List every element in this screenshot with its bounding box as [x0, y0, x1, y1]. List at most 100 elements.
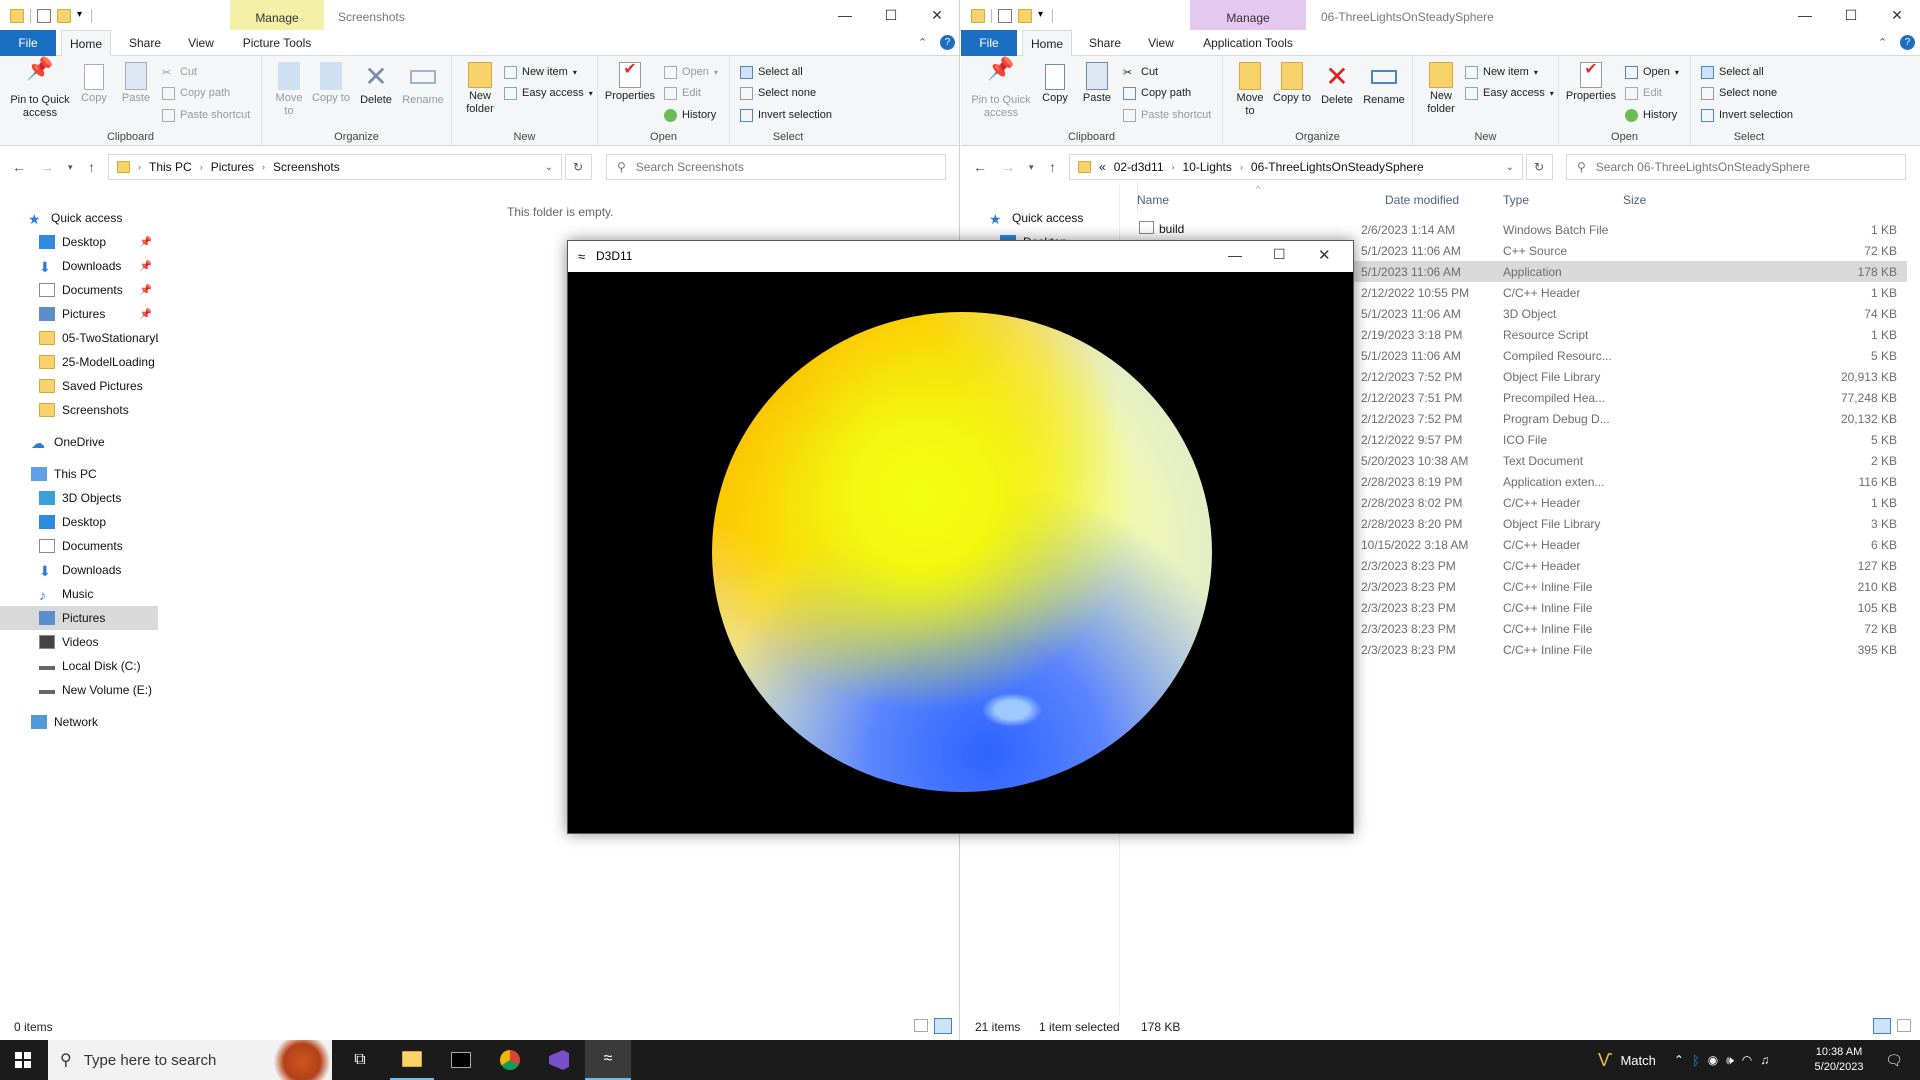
- pin-to-quick-access-button[interactable]: 📌 Pin to Quick access: [4, 58, 76, 120]
- nav-music[interactable]: ♪ Music: [0, 582, 158, 606]
- new-folder-button[interactable]: New folder: [1419, 62, 1463, 116]
- breadcrumb-pictures[interactable]: Pictures: [211, 160, 254, 174]
- nav-this-pc[interactable]: This PC: [0, 462, 158, 486]
- nav-local-disk-c[interactable]: Local Disk (C:): [0, 654, 158, 678]
- new-item-button[interactable]: New item ▾: [504, 62, 577, 82]
- paste-button[interactable]: Paste: [1079, 62, 1115, 105]
- back-arrow-icon[interactable]: ←: [973, 159, 987, 175]
- nav-documents[interactable]: Documents 📌: [0, 278, 158, 302]
- address-bar[interactable]: « 02-d3d11 › 10-Lights › 06-ThreeLightsO…: [1069, 154, 1523, 180]
- nav-folder-two-stationary[interactable]: 05-TwoStationaryLig: [0, 326, 158, 350]
- visual-studio-button[interactable]: [537, 1040, 581, 1080]
- select-all-button[interactable]: Select all: [1701, 62, 1764, 82]
- large-icons-view-icon[interactable]: [1897, 1019, 1911, 1032]
- minimize-button[interactable]: —: [1228, 247, 1242, 263]
- new-item-button[interactable]: New item ▾: [1465, 62, 1538, 82]
- chevron-up-icon[interactable]: ⌃: [1674, 1053, 1684, 1067]
- up-arrow-icon[interactable]: ↑: [88, 159, 95, 175]
- nav-pc-documents[interactable]: Documents: [0, 534, 158, 558]
- copy-button[interactable]: Copy: [78, 62, 110, 105]
- speaker-icon[interactable]: ♫: [1760, 1053, 1769, 1067]
- nav-screenshots[interactable]: Screenshots: [0, 398, 158, 422]
- wifi-icon[interactable]: ◠: [1742, 1053, 1752, 1067]
- manage-context-tab[interactable]: Manage: [1190, 0, 1306, 30]
- d3d11-app-button[interactable]: ≈: [585, 1040, 631, 1080]
- clock[interactable]: 10:38 AM 5/20/2023: [1808, 1040, 1870, 1080]
- move-to-button[interactable]: Move to: [1231, 62, 1269, 118]
- nav-desktop[interactable]: Desktop 📌: [0, 230, 158, 254]
- move-to-button[interactable]: Move to: [270, 62, 308, 118]
- new-folder-icon[interactable]: [1018, 9, 1032, 23]
- nav-network[interactable]: Network: [0, 710, 158, 734]
- search-input[interactable]: ⚲ Search Screenshots: [606, 154, 946, 180]
- new-folder-icon[interactable]: [57, 9, 71, 23]
- manage-context-tab[interactable]: Manage: [230, 0, 324, 30]
- delete-button[interactable]: ✕ Delete: [1317, 62, 1357, 107]
- tab-view[interactable]: View: [1136, 30, 1186, 56]
- nav-onedrive[interactable]: ☁ OneDrive: [0, 430, 158, 454]
- edit-button[interactable]: Edit: [664, 83, 701, 103]
- nav-pc-downloads[interactable]: ⬇ Downloads: [0, 558, 158, 582]
- tab-application-tools[interactable]: Application Tools: [1190, 30, 1306, 56]
- camera-icon[interactable]: ◉: [1708, 1053, 1718, 1067]
- task-view-button[interactable]: ⧉: [338, 1040, 382, 1080]
- minimize-button[interactable]: —: [1782, 0, 1828, 30]
- notifications-button[interactable]: 🗨: [1874, 1040, 1914, 1080]
- bluetooth-icon[interactable]: ᛒ: [1692, 1053, 1700, 1068]
- chevron-down-icon[interactable]: ⌄: [1506, 162, 1514, 173]
- terminal-button[interactable]: [439, 1040, 483, 1080]
- nav-downloads[interactable]: ⬇ Downloads 📌: [0, 254, 158, 278]
- copy-path-button[interactable]: Copy path: [162, 83, 230, 103]
- back-arrow-icon[interactable]: ←: [12, 159, 26, 175]
- nav-new-volume-e[interactable]: New Volume (E:): [0, 678, 158, 702]
- breadcrumb-this-pc[interactable]: This PC: [149, 160, 192, 174]
- forward-arrow-icon[interactable]: →: [1001, 159, 1015, 175]
- breadcrumb-three-lights[interactable]: 06-ThreeLightsOnSteadySphere: [1251, 160, 1424, 174]
- column-name[interactable]: Name: [1137, 193, 1169, 207]
- recent-locations-icon[interactable]: ▾: [1029, 162, 1034, 173]
- file-name-build[interactable]: build: [1159, 222, 1184, 236]
- breadcrumb-02-d3d11[interactable]: 02-d3d11: [1114, 160, 1164, 174]
- collapse-ribbon-icon[interactable]: ⌃: [1878, 36, 1887, 49]
- nav-quick-access[interactable]: ★ Quick access: [989, 206, 1147, 230]
- tab-share[interactable]: Share: [120, 30, 170, 56]
- large-icons-view-icon[interactable]: [934, 1018, 952, 1034]
- rename-button[interactable]: Rename: [1361, 62, 1407, 107]
- delete-button[interactable]: ✕ Delete: [356, 62, 396, 107]
- weather-label[interactable]: Match: [1620, 1053, 1655, 1068]
- file-explorer-button[interactable]: [390, 1040, 434, 1080]
- refresh-button[interactable]: ↻: [565, 154, 592, 180]
- recent-locations-icon[interactable]: ▾: [68, 162, 73, 173]
- breadcrumb-overflow[interactable]: «: [1099, 160, 1106, 174]
- edit-button[interactable]: Edit: [1625, 83, 1662, 103]
- column-size[interactable]: Size: [1623, 193, 1646, 207]
- nav-saved-pictures[interactable]: Saved Pictures: [0, 374, 158, 398]
- customize-toolbar-icon[interactable]: ▾: [77, 9, 85, 23]
- select-none-button[interactable]: Select none: [740, 83, 816, 103]
- nav-pc-pictures[interactable]: Pictures: [0, 606, 158, 630]
- column-type[interactable]: Type: [1503, 193, 1529, 207]
- refresh-button[interactable]: ↻: [1526, 154, 1553, 180]
- paste-shortcut-button[interactable]: Paste shortcut: [1123, 105, 1211, 125]
- render-canvas[interactable]: [568, 272, 1353, 833]
- properties-icon[interactable]: [998, 9, 1012, 23]
- chrome-button[interactable]: [488, 1040, 532, 1080]
- column-date-modified[interactable]: Date modified: [1385, 193, 1459, 207]
- invert-selection-button[interactable]: Invert selection: [740, 105, 832, 125]
- rename-button[interactable]: Rename: [400, 62, 446, 107]
- start-button[interactable]: [0, 1040, 46, 1080]
- help-icon[interactable]: ?: [1900, 35, 1915, 50]
- nav-pictures[interactable]: Pictures 📌: [0, 302, 158, 326]
- copy-path-button[interactable]: Copy path: [1123, 83, 1191, 103]
- open-button[interactable]: Open ▾: [1625, 62, 1679, 82]
- maximize-button[interactable]: ☐: [1273, 246, 1286, 263]
- close-button[interactable]: ✕: [1874, 0, 1920, 30]
- search-input[interactable]: ⚲ Search 06-ThreeLightsOnSteadySphere: [1566, 154, 1906, 180]
- easy-access-button[interactable]: Easy access ▾: [1465, 83, 1554, 103]
- history-button[interactable]: History: [1625, 105, 1677, 125]
- tab-share[interactable]: Share: [1080, 30, 1130, 56]
- paste-button[interactable]: Paste: [118, 62, 154, 105]
- address-bar[interactable]: › This PC › Pictures › Screenshots ⌄: [108, 154, 562, 180]
- tab-picture-tools[interactable]: Picture Tools: [230, 30, 324, 56]
- open-button[interactable]: Open ▾: [664, 62, 718, 82]
